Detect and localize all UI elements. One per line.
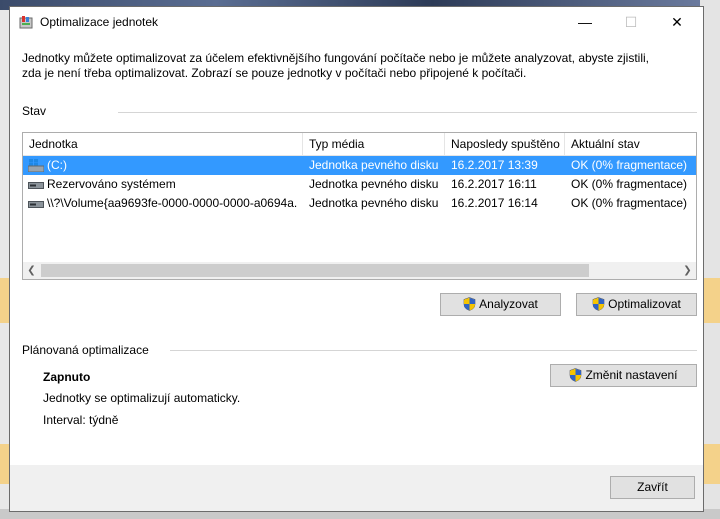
scroll-right-icon[interactable]: ❯	[679, 262, 696, 279]
minimize-button[interactable]: —	[562, 7, 608, 37]
change-settings-button-label: Změnit nastavení	[585, 368, 678, 382]
horizontal-scrollbar[interactable]: ❮ ❯	[23, 262, 696, 279]
drive-name-cell: \\?\Volume{aa9693fe-0000-0000-0000-a0694…	[28, 194, 298, 213]
hard-drive-icon	[28, 181, 44, 189]
drive-name-cell: Rezervováno systémem	[28, 175, 298, 194]
hard-drive-icon	[28, 200, 44, 208]
intro-text: Jednotky můžete optimalizovat za účelem …	[22, 51, 692, 81]
schedule-description: Jednotky se optimalizují automaticky.	[43, 391, 241, 405]
status-section-divider	[118, 112, 697, 113]
last-run-cell: 16.2.2017 13:39	[451, 158, 538, 172]
uac-shield-icon	[463, 297, 476, 311]
optimize-button-label: Optimalizovat	[608, 297, 681, 311]
uac-shield-icon	[592, 297, 605, 311]
status-section-label: Stav	[22, 104, 47, 118]
column-header-last-run[interactable]: Naposledy spuštěno	[445, 133, 565, 155]
scroll-left-icon[interactable]: ❮	[23, 262, 40, 279]
analyze-button-label: Analyzovat	[479, 297, 538, 311]
maximize-button[interactable]: ☐	[608, 7, 654, 37]
intro-line-2: zda je není třeba optimalizovat. Zobrazí…	[22, 66, 527, 80]
drive-name: (C:)	[47, 158, 67, 172]
optimize-drives-window: Optimalizace jednotek — ☐ ✕ Jednotky můž…	[9, 6, 704, 512]
schedule-state: Zapnuto	[43, 370, 91, 384]
schedule-interval: Interval: týdně	[43, 413, 119, 427]
drive-name-cell: (C:)	[28, 156, 298, 175]
media-type-cell: Jednotka pevného disku	[309, 158, 439, 172]
window-title: Optimalizace jednotek	[40, 15, 159, 29]
last-run-cell: 16.2.2017 16:11	[451, 177, 537, 191]
drive-list[interactable]: Jednotka Typ média Naposledy spuštěno Ak…	[22, 132, 697, 280]
table-row[interactable]: Rezervováno systémem Jednotka pevného di…	[23, 175, 696, 194]
table-row[interactable]: (C:) Jednotka pevného disku 16.2.2017 13…	[23, 156, 696, 175]
table-row[interactable]: \\?\Volume{aa9693fe-0000-0000-0000-a0694…	[23, 194, 696, 213]
drive-name: Rezervováno systémem	[47, 177, 176, 191]
windows-drive-icon	[28, 159, 44, 173]
scrollbar-thumb[interactable]	[41, 264, 589, 277]
status-cell: OK (0% fragmentace)	[571, 177, 688, 191]
media-type-cell: Jednotka pevného disku	[309, 177, 439, 191]
scheduled-section-label: Plánovaná optimalizace	[22, 343, 149, 357]
title-bar[interactable]: Optimalizace jednotek — ☐ ✕	[10, 7, 703, 37]
uac-shield-icon	[570, 368, 582, 382]
analyze-button[interactable]: Analyzovat	[440, 293, 561, 316]
drive-name: \\?\Volume{aa9693fe-0000-0000-0000-a0694…	[47, 196, 298, 210]
close-window-button[interactable]: ✕	[654, 7, 700, 37]
dialog-footer: Zavřít	[10, 465, 703, 511]
close-button[interactable]: Zavřít	[610, 476, 695, 499]
optimize-button[interactable]: Optimalizovat	[576, 293, 697, 316]
defrag-app-icon	[19, 16, 33, 29]
column-header-drive[interactable]: Jednotka	[23, 133, 303, 155]
change-settings-button[interactable]: Změnit nastavení	[550, 364, 697, 387]
media-type-cell: Jednotka pevného disku	[309, 196, 439, 210]
content-area: Jednotky můžete optimalizovat za účelem …	[10, 37, 703, 465]
drive-list-header: Jednotka Typ média Naposledy spuštěno Ak…	[23, 133, 696, 156]
status-cell: OK (0% fragmentace)	[571, 196, 688, 210]
last-run-cell: 16.2.2017 16:14	[451, 196, 538, 210]
column-header-current-status[interactable]: Aktuální stav	[565, 133, 696, 155]
scheduled-section-divider	[170, 350, 697, 351]
column-header-media-type[interactable]: Typ média	[303, 133, 445, 155]
intro-line-1: Jednotky můžete optimalizovat za účelem …	[22, 51, 650, 65]
status-cell: OK (0% fragmentace)	[571, 158, 688, 172]
